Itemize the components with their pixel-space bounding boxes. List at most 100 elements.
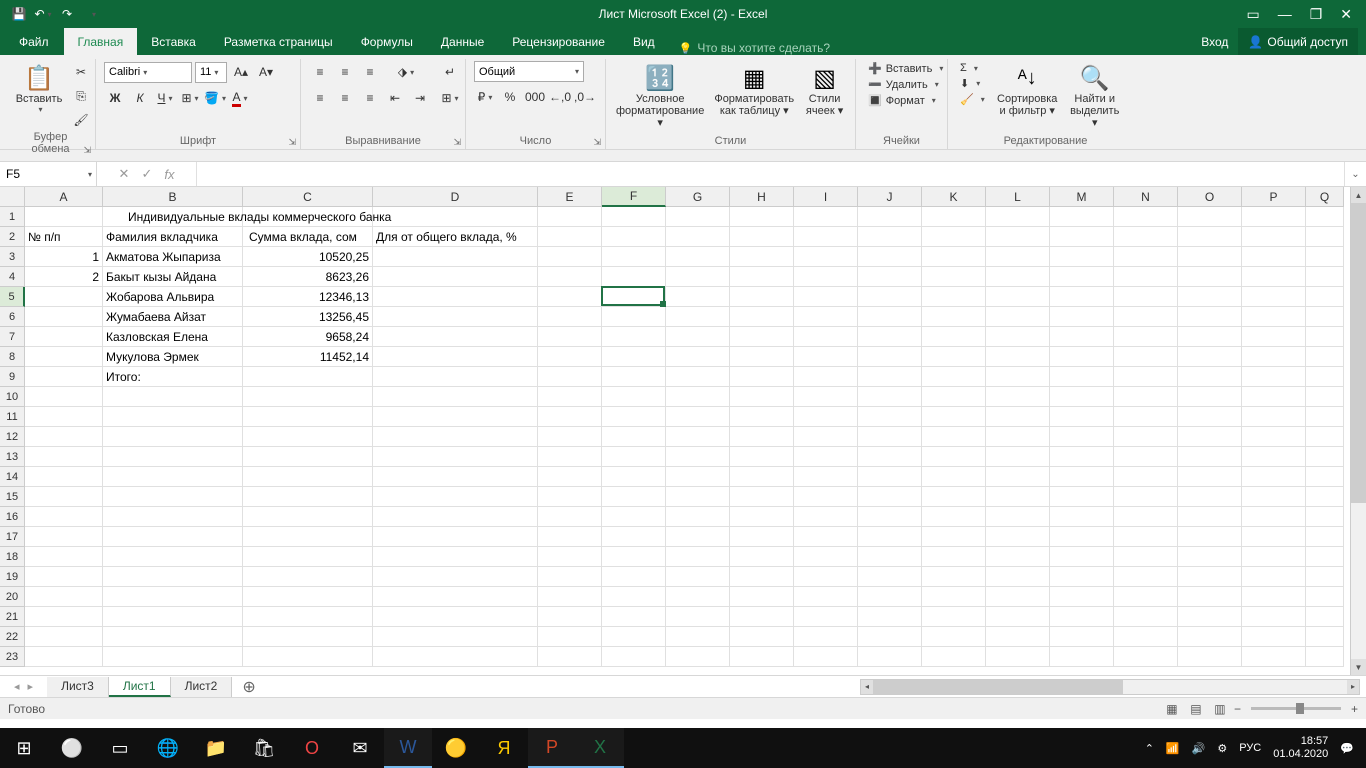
cell[interactable] xyxy=(1242,547,1306,567)
cell[interactable] xyxy=(730,607,794,627)
cell[interactable] xyxy=(922,287,986,307)
cell[interactable] xyxy=(602,467,666,487)
cell[interactable] xyxy=(986,307,1050,327)
maximize-icon[interactable]: ❐ xyxy=(1310,6,1323,23)
cell[interactable] xyxy=(1306,287,1344,307)
cell[interactable] xyxy=(1050,307,1114,327)
cell[interactable] xyxy=(538,227,602,247)
cell[interactable] xyxy=(103,547,243,567)
cell[interactable] xyxy=(986,327,1050,347)
cell[interactable] xyxy=(103,427,243,447)
orientation-icon[interactable]: ⬗▾ xyxy=(395,61,417,83)
cell[interactable] xyxy=(538,527,602,547)
cell[interactable] xyxy=(1306,307,1344,327)
cell[interactable] xyxy=(1178,287,1242,307)
cell[interactable] xyxy=(1242,507,1306,527)
find-select-button[interactable]: 🔍 Найти и выделить ▾ xyxy=(1066,61,1124,131)
cell[interactable] xyxy=(243,467,373,487)
cell[interactable] xyxy=(1306,407,1344,427)
cell[interactable] xyxy=(858,467,922,487)
tray-lang[interactable]: РУС xyxy=(1239,742,1261,754)
cell[interactable] xyxy=(1114,207,1178,227)
cell[interactable] xyxy=(602,527,666,547)
number-launcher[interactable]: ⇲ xyxy=(593,137,601,148)
cell[interactable] xyxy=(1114,407,1178,427)
cell[interactable] xyxy=(794,647,858,667)
cell[interactable] xyxy=(25,207,103,227)
row-header-16[interactable]: 16 xyxy=(0,507,25,527)
cell[interactable] xyxy=(986,407,1050,427)
cell[interactable] xyxy=(1114,427,1178,447)
tab-formulas[interactable]: Формулы xyxy=(347,28,427,55)
cell[interactable] xyxy=(373,567,538,587)
clear-button[interactable]: 🧹 ▾ xyxy=(956,92,989,107)
cell[interactable] xyxy=(602,507,666,527)
cell[interactable] xyxy=(1050,247,1114,267)
cell[interactable] xyxy=(103,407,243,427)
col-header-F[interactable]: F xyxy=(602,187,666,207)
cell[interactable] xyxy=(730,347,794,367)
row-header-23[interactable]: 23 xyxy=(0,647,25,667)
cell[interactable] xyxy=(243,587,373,607)
fill-button[interactable]: ⬇ ▾ xyxy=(956,76,989,91)
cell[interactable] xyxy=(730,267,794,287)
sheet-tab[interactable]: Лист3 xyxy=(47,677,109,697)
cell[interactable] xyxy=(1178,547,1242,567)
cell[interactable] xyxy=(730,247,794,267)
cell[interactable] xyxy=(1114,307,1178,327)
cell[interactable]: 12346,13 xyxy=(243,287,373,307)
tray-volume-icon[interactable]: 🔊 xyxy=(1192,742,1206,755)
cell[interactable]: 13256,45 xyxy=(243,307,373,327)
taskbar-word-icon[interactable]: W xyxy=(384,728,432,768)
cell[interactable] xyxy=(1050,207,1114,227)
cell[interactable] xyxy=(858,567,922,587)
cell[interactable] xyxy=(1178,567,1242,587)
cell[interactable] xyxy=(1050,587,1114,607)
tab-home[interactable]: Главная xyxy=(64,28,138,55)
cell[interactable] xyxy=(1242,447,1306,467)
cell[interactable] xyxy=(602,367,666,387)
comma-button[interactable]: 000 xyxy=(524,86,546,108)
cell[interactable] xyxy=(538,607,602,627)
cell[interactable] xyxy=(986,587,1050,607)
cell[interactable] xyxy=(858,307,922,327)
cell[interactable] xyxy=(243,407,373,427)
align-left-icon[interactable]: ≡ xyxy=(309,87,331,109)
cell[interactable] xyxy=(1306,647,1344,667)
cell[interactable] xyxy=(1242,427,1306,447)
cell[interactable] xyxy=(1242,227,1306,247)
cell[interactable] xyxy=(1242,367,1306,387)
cell[interactable] xyxy=(922,267,986,287)
cell[interactable] xyxy=(1306,247,1344,267)
cell[interactable] xyxy=(794,467,858,487)
cell[interactable] xyxy=(730,287,794,307)
cell[interactable] xyxy=(1178,387,1242,407)
cell[interactable] xyxy=(373,587,538,607)
cell[interactable]: Индивидуальные вклады коммерческого банк… xyxy=(103,207,243,227)
cell[interactable] xyxy=(922,487,986,507)
align-top-icon[interactable]: ≡ xyxy=(309,61,331,83)
cell[interactable] xyxy=(858,647,922,667)
sheet-nav-last[interactable]: ▸ xyxy=(28,680,34,693)
cell[interactable] xyxy=(1050,447,1114,467)
formula-expand-icon[interactable]: ⌄ xyxy=(1344,162,1366,186)
cell[interactable] xyxy=(373,347,538,367)
cell[interactable] xyxy=(1242,347,1306,367)
cell[interactable] xyxy=(858,547,922,567)
col-header-L[interactable]: L xyxy=(986,187,1050,207)
taskbar-opera-icon[interactable]: O xyxy=(288,728,336,768)
cell[interactable] xyxy=(1114,587,1178,607)
cell[interactable] xyxy=(538,287,602,307)
cell[interactable] xyxy=(666,247,730,267)
cell[interactable] xyxy=(1114,467,1178,487)
cell[interactable] xyxy=(1242,607,1306,627)
cell[interactable] xyxy=(922,547,986,567)
paste-button[interactable]: 📋 Вставить ▾ xyxy=(14,61,64,116)
cell[interactable] xyxy=(666,567,730,587)
cell[interactable] xyxy=(730,507,794,527)
cell[interactable] xyxy=(1178,587,1242,607)
cell[interactable] xyxy=(1242,267,1306,287)
cell[interactable] xyxy=(922,347,986,367)
cell[interactable] xyxy=(794,307,858,327)
col-header-P[interactable]: P xyxy=(1242,187,1306,207)
